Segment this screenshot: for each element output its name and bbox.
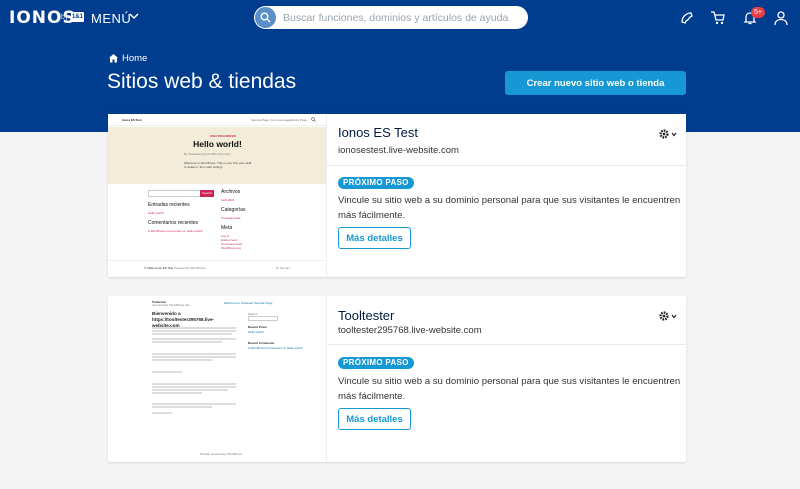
preview-recent-comment: A WordPress Commenter on Hello world!: [248, 346, 303, 350]
cart-icon[interactable]: [710, 10, 726, 26]
search-bar: [254, 6, 528, 29]
next-step-text: Vincule su sitio web a su dominio person…: [338, 195, 681, 221]
search-input[interactable]: [283, 9, 523, 26]
search-button[interactable]: [255, 7, 276, 28]
preview-post-excerpt: Welcome to WordPress. This is your first…: [184, 161, 252, 169]
preview-footer: Proudly powered by WordPress: [200, 452, 243, 456]
preview-recent-comments: Recent Comments: [248, 341, 275, 345]
next-step-text: Vincule su sitio web a su dominio person…: [338, 376, 681, 402]
preview-post-title: Hello world!: [193, 139, 242, 149]
gear-icon[interactable]: [658, 128, 678, 140]
preview-meta: Meta: [221, 225, 233, 231]
next-step-badge: PRÓXIMO PASO: [338, 357, 414, 369]
preview-archives: Archivos: [221, 189, 241, 195]
phone-icon[interactable]: [679, 10, 695, 26]
site-name[interactable]: Ionos ES Test: [338, 125, 418, 140]
preview-recent-posts: Recent Posts: [248, 325, 268, 329]
preview-nav: Sample Page Your Homepage/Entry Page: [251, 118, 308, 122]
preview-search-button: Search: [200, 190, 214, 197]
card-divider: [327, 344, 686, 345]
site-name[interactable]: Tooltester: [338, 308, 394, 323]
preview-post-meta: By Tooltesting April 2021 Comment: [184, 152, 231, 156]
top-navigation-bar: IONOS by 1&1 MENÚ 5+: [0, 0, 800, 36]
site-card: Tooltester Just another WordPress site W…: [108, 296, 686, 462]
next-step-badge: PRÓXIMO PASO: [338, 177, 414, 189]
preview-categories: Categorías: [221, 207, 246, 213]
gear-icon[interactable]: [658, 310, 678, 322]
preview-category-item: Uncategorized: [221, 216, 241, 220]
search-icon: [260, 12, 271, 23]
notification-badge: 5+: [751, 7, 765, 18]
preview-tag: UNCATEGORIZED: [210, 134, 236, 138]
preview-footer-mid: Powered by WordPress: [174, 266, 206, 270]
site-preview-thumbnail[interactable]: Ionos ES Test Sample Page Your Homepage/…: [108, 114, 327, 277]
page-title: Sitios web & tiendas: [107, 70, 297, 93]
logo-by-text: by: [61, 14, 69, 21]
preview-footer-left: © 2021 Ionos ES Test: [144, 266, 174, 270]
preview-search-icon: [311, 117, 316, 122]
more-details-button[interactable]: Más detalles: [338, 227, 411, 249]
site-domain[interactable]: tooltester295768.live-website.com: [338, 325, 482, 336]
preview-site-title: Ionos ES Test: [122, 118, 142, 122]
breadcrumb-home[interactable]: Home: [122, 53, 147, 64]
card-divider: [327, 165, 686, 166]
site-domain[interactable]: ionosestest.live-website.com: [338, 145, 459, 156]
site-preview-thumbnail[interactable]: Tooltester Just another WordPress site W…: [108, 296, 327, 462]
home-icon[interactable]: [108, 53, 119, 63]
preview-footer-right: To the top ↑: [276, 266, 292, 270]
preview-recent-entries: Entradas recientes: [148, 202, 190, 208]
menu-button[interactable]: MENÚ: [91, 11, 131, 26]
preview-recent-entry: Hello world!: [148, 211, 164, 215]
site-card: Ionos ES Test Sample Page Your Homepage/…: [108, 111, 686, 277]
preview-archive-item: April 2021: [221, 198, 235, 202]
preview-tagline: Just another WordPress site: [152, 303, 190, 307]
partner-logo: 1&1: [71, 12, 84, 22]
preview-recent-post: Hello world!: [248, 330, 264, 334]
preview-recent-comment: A WordPress Commenter en Hello world!: [148, 229, 203, 233]
more-details-button[interactable]: Más detalles: [338, 408, 411, 430]
chevron-down-icon[interactable]: [129, 11, 139, 21]
preview-recent-comments: Comentarios recientes: [148, 220, 199, 226]
preview-nav: Welcome to Tooltester Sample Page: [224, 301, 273, 305]
user-icon[interactable]: [773, 10, 789, 26]
preview-meta-item: WordPress.org: [221, 246, 241, 250]
create-site-button[interactable]: Crear nuevo sitio web o tienda: [505, 71, 686, 95]
